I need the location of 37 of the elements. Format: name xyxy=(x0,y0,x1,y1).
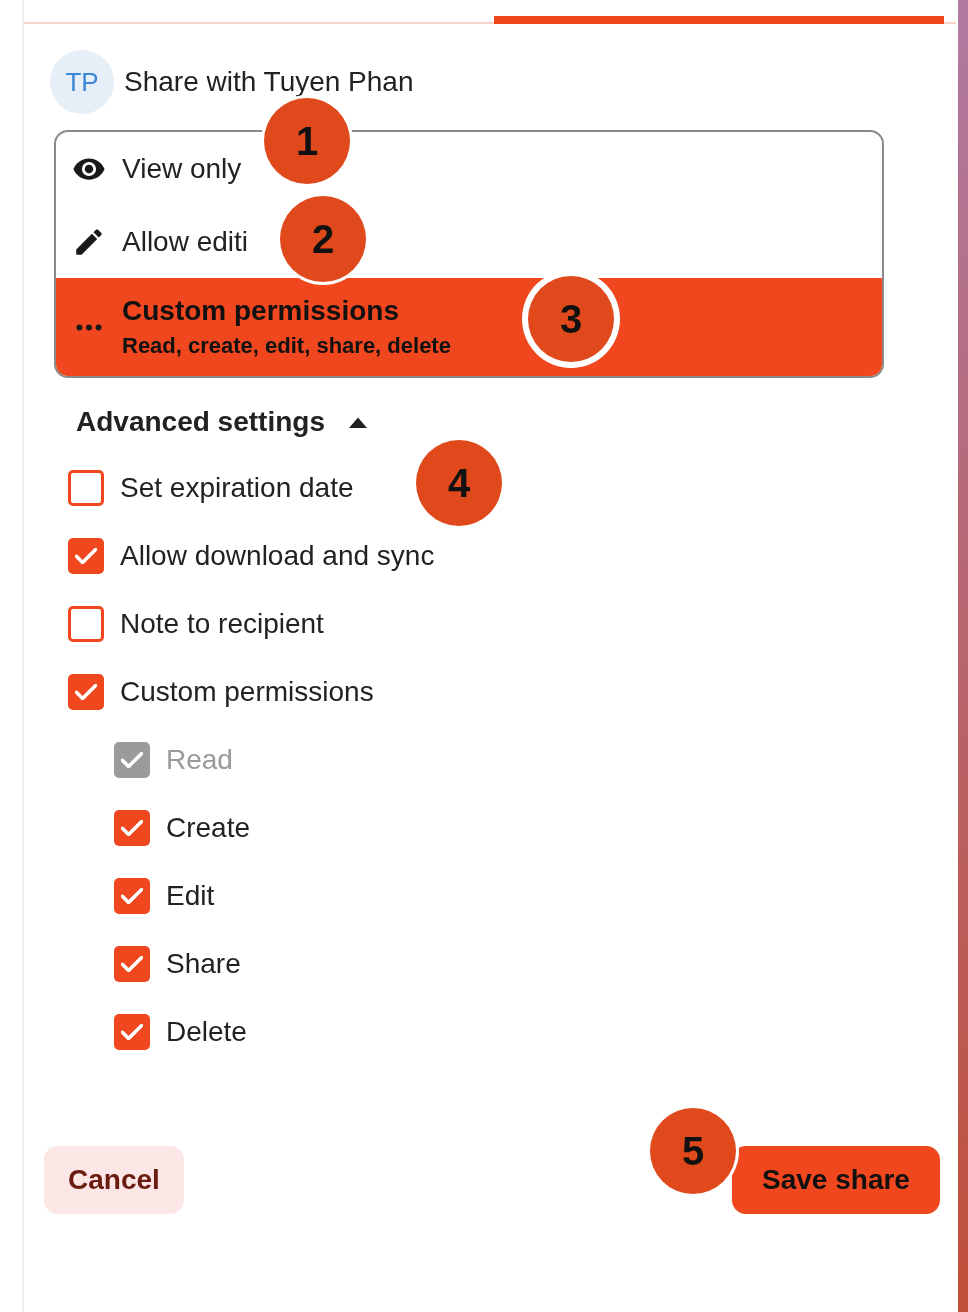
checkbox[interactable] xyxy=(114,878,150,914)
checkbox[interactable] xyxy=(68,470,104,506)
avatar: TP xyxy=(50,50,114,114)
checkbox-label: Delete xyxy=(166,1016,247,1048)
checkbox[interactable] xyxy=(114,810,150,846)
check-icon xyxy=(121,1024,143,1040)
more-icon xyxy=(76,323,102,331)
caret-icon xyxy=(348,416,367,428)
check-icon xyxy=(121,820,143,836)
checkbox-label: Edit xyxy=(166,880,215,912)
check-icon xyxy=(121,956,143,972)
checkbox-label: Share xyxy=(166,948,241,980)
checkbox[interactable] xyxy=(68,674,104,710)
step-marker: 5 xyxy=(650,1108,736,1194)
check-icon xyxy=(121,752,143,768)
checkbox-label: Custom permissions xyxy=(120,676,374,708)
permission-option[interactable]: Allow editi xyxy=(56,206,265,278)
checkbox-label: Read xyxy=(166,744,233,776)
step-marker: 2 xyxy=(280,196,366,282)
checkbox-label: Set expiration date xyxy=(120,472,354,504)
step-marker: 4 xyxy=(416,440,502,526)
checkbox-label: Note to recipient xyxy=(120,608,324,640)
cancel-button[interactable]: Cancel xyxy=(44,1146,184,1214)
permission-option[interactable]: View only xyxy=(56,132,258,206)
checkbox-label: Allow download and sync xyxy=(120,540,435,572)
checkbox[interactable] xyxy=(114,1014,150,1050)
share-title: Share with Tuyen Phan xyxy=(124,66,414,98)
check-icon xyxy=(75,548,97,564)
checkbox[interactable] xyxy=(68,606,104,642)
checkbox[interactable] xyxy=(114,946,150,982)
check-icon xyxy=(121,888,143,904)
advanced-settings-toggle[interactable]: Advanced settings xyxy=(76,406,367,438)
save-button[interactable]: Save share xyxy=(732,1146,940,1214)
check-icon xyxy=(75,684,97,700)
checkbox[interactable] xyxy=(68,538,104,574)
step-marker: 1 xyxy=(264,98,350,184)
checkbox-label: Create xyxy=(166,812,251,844)
